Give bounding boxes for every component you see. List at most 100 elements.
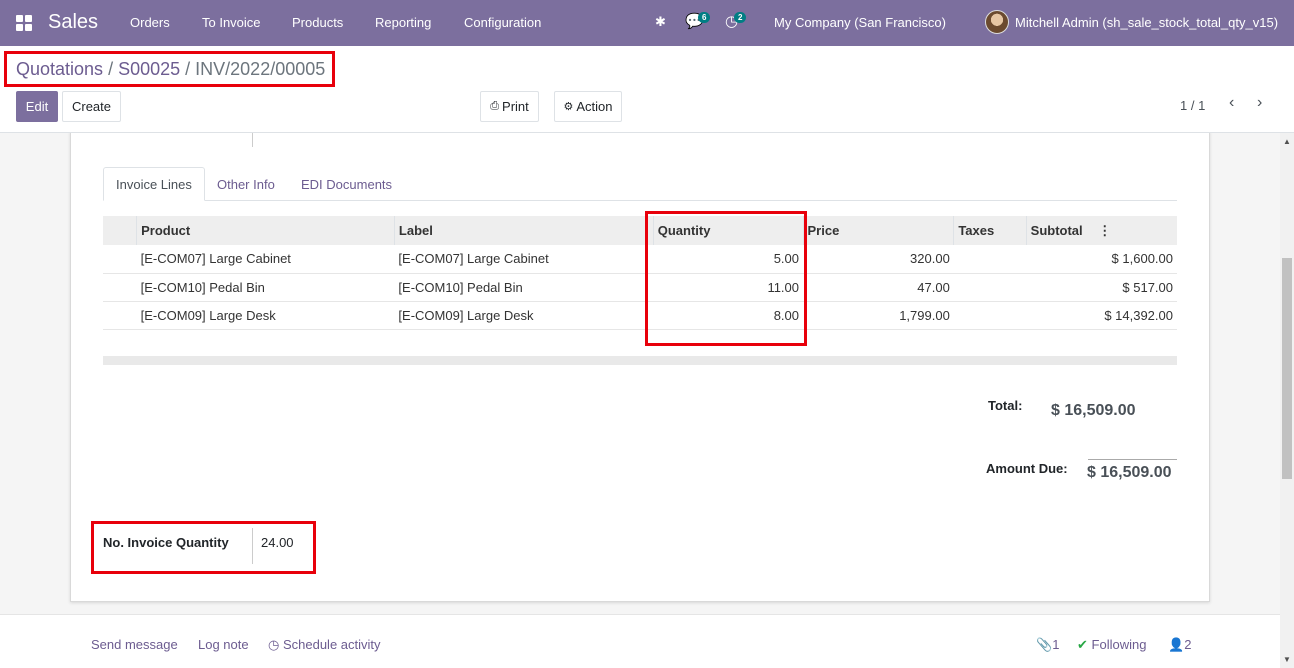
cell-price[interactable]: 320.00 xyxy=(803,245,954,274)
row-handle xyxy=(103,245,137,274)
print-button[interactable]: ⎙ Print xyxy=(480,91,539,122)
breadcrumb-sale-order[interactable]: S00025 xyxy=(118,59,180,80)
cell-price[interactable]: 47.00 xyxy=(803,273,954,302)
breadcrumb: Quotations / S00025 / INV/2022/00005 xyxy=(16,59,325,80)
schedule-activity-button[interactable]: ◷ Schedule activity xyxy=(268,637,381,653)
row-handle xyxy=(103,273,137,302)
label-column-header[interactable]: Label xyxy=(394,216,654,245)
invoice-quantity-label: No. Invoice Quantity xyxy=(103,535,229,550)
print-label: Print xyxy=(502,99,529,114)
total-value: $ 16,509.00 xyxy=(1051,402,1136,419)
breadcrumb-quotations[interactable]: Quotations xyxy=(16,59,103,80)
chevron-right-icon[interactable]: › xyxy=(1257,94,1262,112)
cell-quantity[interactable]: 11.00 xyxy=(653,273,804,302)
cell-label[interactable]: [E-COM07] Large Cabinet xyxy=(394,245,654,274)
divider xyxy=(252,133,253,147)
notebook-tabs: Invoice Lines Other Info EDI Documents xyxy=(103,167,1177,201)
amount-due-value: $ 16,509.00 xyxy=(1087,464,1172,481)
log-note-button[interactable]: Log note xyxy=(198,637,249,652)
menu-to-invoice[interactable]: To Invoice xyxy=(202,15,261,30)
total-label: Total: xyxy=(988,398,1023,413)
top-navbar: Sales Orders To Invoice Products Reporti… xyxy=(0,0,1294,46)
check-icon: ✔ xyxy=(1077,637,1088,652)
amount-due-label: Amount Due: xyxy=(986,461,1068,476)
scroll-down-icon[interactable]: ▼ xyxy=(1283,655,1291,664)
table-footer xyxy=(103,356,1177,365)
cell-subtotal: $ 14,392.00 xyxy=(1026,301,1177,330)
cell-taxes[interactable] xyxy=(953,273,1027,302)
menu-products[interactable]: Products xyxy=(292,15,343,30)
invoice-sheet: Invoice Lines Other Info EDI Documents P… xyxy=(70,133,1210,602)
divider xyxy=(252,528,253,564)
menu-orders[interactable]: Orders xyxy=(130,15,170,30)
cell-quantity[interactable]: 8.00 xyxy=(653,301,804,330)
pager-value[interactable]: 1 / 1 xyxy=(1180,98,1205,113)
subtotal-column-header[interactable]: Subtotal ⋮ xyxy=(1026,216,1177,245)
followers-count: 2 xyxy=(1184,637,1192,652)
breadcrumb-current: INV/2022/00005 xyxy=(195,59,326,79)
table-row[interactable]: [E-COM09] Large Desk [E-COM09] Large Des… xyxy=(103,301,1177,330)
apps-menu-icon[interactable] xyxy=(16,15,32,31)
handle-column-header xyxy=(103,216,138,245)
cell-product[interactable]: [E-COM07] Large Cabinet xyxy=(136,245,395,274)
menu-reporting[interactable]: Reporting xyxy=(375,15,431,30)
followers-button[interactable]: 👤2 xyxy=(1168,637,1191,653)
breadcrumb-separator: / xyxy=(185,59,191,79)
invoice-quantity-value: 24.00 xyxy=(261,535,294,550)
edit-button[interactable]: Edit xyxy=(16,91,58,122)
subtotal-label: Subtotal xyxy=(1030,222,1083,238)
tab-edi-documents[interactable]: EDI Documents xyxy=(289,167,404,201)
create-button[interactable]: Create xyxy=(62,91,121,122)
cell-price[interactable]: 1,799.00 xyxy=(803,301,954,330)
table-row[interactable]: [E-COM07] Large Cabinet [E-COM07] Large … xyxy=(103,245,1177,274)
company-switcher[interactable]: My Company (San Francisco) xyxy=(774,15,946,30)
cell-label[interactable]: [E-COM10] Pedal Bin xyxy=(394,273,654,302)
table-row[interactable]: [E-COM10] Pedal Bin [E-COM10] Pedal Bin … xyxy=(103,273,1177,302)
product-column-header[interactable]: Product xyxy=(136,216,395,245)
app-name[interactable]: Sales xyxy=(48,11,98,34)
cell-label[interactable]: [E-COM09] Large Desk xyxy=(394,301,654,330)
column-options-icon[interactable]: ⋮ xyxy=(1098,223,1111,238)
following-label: Following xyxy=(1091,637,1147,652)
form-view: Invoice Lines Other Info EDI Documents P… xyxy=(0,133,1280,668)
send-message-button[interactable]: Send message xyxy=(91,637,178,652)
tab-invoice-lines[interactable]: Invoice Lines xyxy=(103,167,205,201)
scroll-up-icon[interactable]: ▲ xyxy=(1283,137,1291,146)
cell-taxes[interactable] xyxy=(953,245,1027,274)
chatter-bar: Send message Log note ◷ Schedule activit… xyxy=(0,614,1280,668)
activities-badge: 2 xyxy=(734,12,747,23)
clock-icon: ◷ xyxy=(268,637,280,652)
vertical-scrollbar[interactable]: ▲ ▼ xyxy=(1280,133,1294,668)
cell-subtotal: $ 517.00 xyxy=(1026,273,1177,302)
control-panel: Quotations / S00025 / INV/2022/00005 Edi… xyxy=(0,46,1294,133)
user-menu[interactable]: Mitchell Admin (sh_sale_stock_total_qty_… xyxy=(1015,15,1278,30)
schedule-activity-label: Schedule activity xyxy=(282,637,381,652)
quantity-column-header[interactable]: Quantity xyxy=(653,216,804,245)
row-handle xyxy=(103,301,137,330)
cell-taxes[interactable] xyxy=(953,301,1027,330)
amount-due-divider xyxy=(1088,459,1177,460)
user-icon: 👤 xyxy=(1168,637,1185,652)
debug-bug-icon[interactable]: ✱ xyxy=(655,14,666,30)
messages-badge: 6 xyxy=(698,12,711,23)
menu-configuration[interactable]: Configuration xyxy=(464,15,541,30)
cell-product[interactable]: [E-COM10] Pedal Bin xyxy=(136,273,395,302)
attachments-count: 1 xyxy=(1052,637,1060,652)
attachments-button[interactable]: 📎1 xyxy=(1036,637,1059,653)
user-avatar[interactable] xyxy=(985,10,1009,34)
table-header-row: Product Label Quantity Price Taxes Subto… xyxy=(103,216,1177,245)
paperclip-icon: 📎 xyxy=(1036,637,1053,652)
chevron-left-icon[interactable]: ‹ xyxy=(1229,94,1234,112)
tab-other-info[interactable]: Other Info xyxy=(205,167,287,201)
invoice-lines-table: Product Label Quantity Price Taxes Subto… xyxy=(103,216,1177,330)
taxes-column-header[interactable]: Taxes xyxy=(953,216,1027,245)
following-button[interactable]: ✔ Following xyxy=(1077,637,1146,653)
print-icon: ⎙ xyxy=(490,100,500,112)
cell-subtotal: $ 1,600.00 xyxy=(1026,245,1177,274)
cell-product[interactable]: [E-COM09] Large Desk xyxy=(136,301,395,330)
action-label: Action xyxy=(576,99,613,114)
cell-quantity[interactable]: 5.00 xyxy=(653,245,804,274)
price-column-header[interactable]: Price xyxy=(803,216,955,245)
scroll-thumb[interactable] xyxy=(1282,258,1292,479)
action-button[interactable]: ⚙ Action xyxy=(554,91,622,122)
